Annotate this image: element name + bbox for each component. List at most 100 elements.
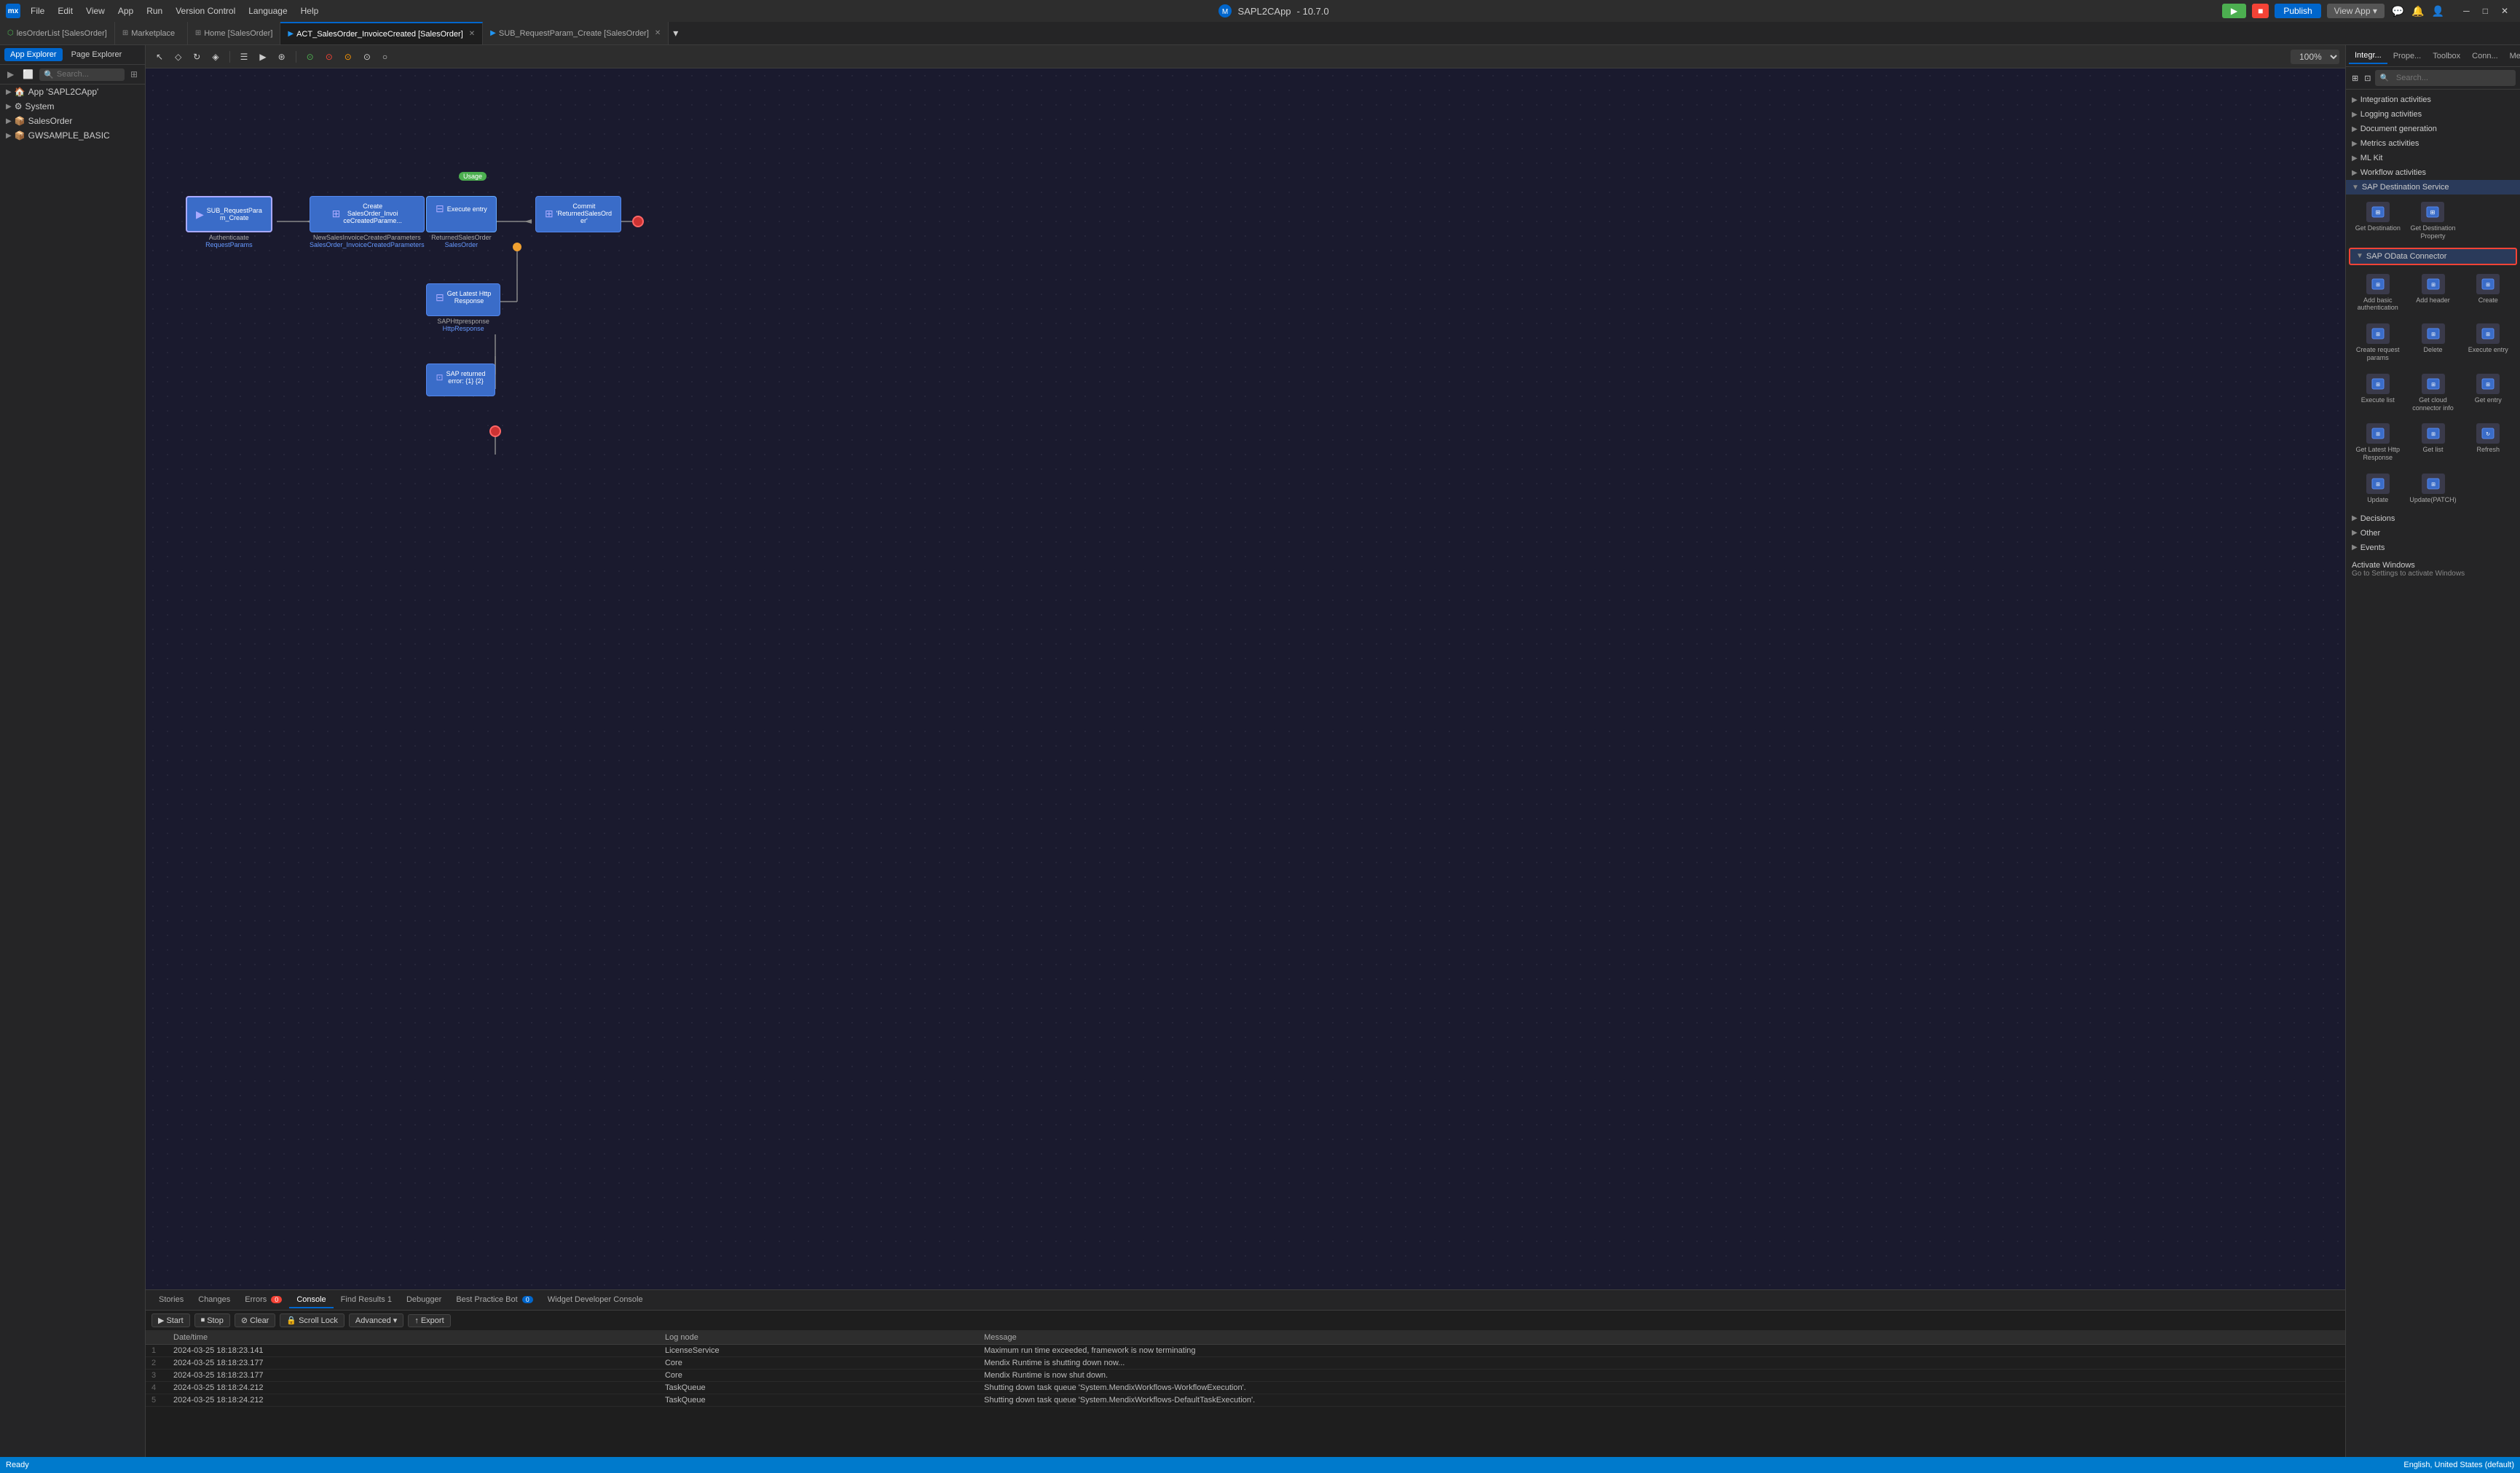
sidebar-item-system[interactable]: ▶ ⚙ System	[0, 99, 145, 114]
section-integration[interactable]: ▶ Integration activities	[2346, 93, 2520, 107]
menu-help[interactable]: Help	[295, 4, 325, 17]
activity-get-latest-http[interactable]: ⊞ Get Latest Http Response	[2352, 419, 2403, 466]
activity-create[interactable]: ⊞ Create	[2462, 270, 2514, 317]
circle-orange[interactable]: ⊙	[340, 50, 356, 64]
minimize-button[interactable]: ─	[2457, 3, 2476, 19]
sidebar-search-input[interactable]	[57, 70, 120, 79]
tab-act-salesorder[interactable]: ▶ ACT_SalesOrder_InvoiceCreated [SalesOr…	[280, 22, 483, 44]
activity-refresh[interactable]: ↻ Refresh	[2462, 419, 2514, 466]
menu-edit[interactable]: Edit	[52, 4, 79, 17]
tab-errors[interactable]: Errors 0	[237, 1292, 289, 1308]
section-mlkit[interactable]: ▶ ML Kit	[2346, 151, 2520, 165]
activity-create-req-params[interactable]: ⊞ Create request params	[2352, 319, 2403, 366]
avatar[interactable]: 👤	[2430, 4, 2446, 19]
section-document[interactable]: ▶ Document generation	[2346, 122, 2520, 136]
run-button[interactable]: ▶	[2222, 4, 2246, 18]
tab-console[interactable]: Console	[289, 1292, 333, 1308]
section-logging[interactable]: ▶ Logging activities	[2346, 107, 2520, 122]
rp-tab-integr[interactable]: Integr...	[2349, 48, 2387, 64]
activity-get-destination-property[interactable]: ⊞ Get Destination Property	[2407, 197, 2460, 245]
view-app-button[interactable]: View App ▾	[2327, 4, 2385, 18]
activity-delete[interactable]: ⊞ Delete	[2406, 319, 2459, 366]
bell-icon[interactable]: 🔔	[2410, 4, 2425, 19]
exclusive-tool[interactable]: ◈	[208, 50, 223, 64]
section-decisions[interactable]: ▶ Decisions	[2346, 511, 2520, 526]
circle-outline[interactable]: ○	[378, 50, 392, 64]
sidebar-collapse-btn[interactable]: ⬜	[20, 68, 36, 81]
menu-file[interactable]: File	[25, 4, 50, 17]
node-sub-request[interactable]: ▶ SUB_RequestParam_Create Authenticaate …	[186, 196, 272, 248]
tab-find-results[interactable]: Find Results 1	[334, 1292, 399, 1308]
rp-tab-toolbox[interactable]: Toolbox	[2427, 49, 2466, 63]
tab-stories[interactable]: Stories	[151, 1292, 191, 1308]
circle-green[interactable]: ⊙	[302, 50, 318, 64]
section-metrics[interactable]: ▶ Metrics activities	[2346, 136, 2520, 151]
tab-close-act[interactable]: ✕	[469, 30, 475, 38]
activity-execute-list[interactable]: ⊞ Execute list	[2352, 369, 2403, 417]
menu-version[interactable]: Version Control	[170, 4, 241, 17]
circle-gray[interactable]: ⊙	[359, 50, 375, 64]
pointer-tool[interactable]: ↖	[151, 50, 168, 64]
stop-log-button[interactable]: ⏹ Stop	[194, 1313, 230, 1327]
activity-add-header[interactable]: ⊞ Add header	[2406, 270, 2459, 317]
sidebar-tab-app-explorer[interactable]: App Explorer	[4, 48, 63, 61]
section-other[interactable]: ▶ Other	[2346, 526, 2520, 541]
start-log-button[interactable]: ▶ Start	[151, 1313, 190, 1327]
stop-button[interactable]: ■	[2252, 4, 2269, 18]
tab-sub-requestparam[interactable]: ▶ SUB_RequestParam_Create [SalesOrder] ✕	[483, 22, 669, 44]
activity-add-basic-auth[interactable]: ⊞ Add basic authentication	[2352, 270, 2403, 317]
advanced-button[interactable]: Advanced ▾	[349, 1313, 403, 1327]
export-button[interactable]: ↑ Export	[408, 1314, 450, 1327]
chat-icon[interactable]: 💬	[2390, 4, 2406, 19]
sidebar-item-app[interactable]: ▶ 🏠 App 'SAPL2CApp'	[0, 85, 145, 99]
sidebar-expand-btn[interactable]: ▶	[4, 68, 17, 81]
node-commit[interactable]: ⊞ Commit'ReturnedSalesOrder'	[535, 196, 621, 232]
publish-button[interactable]: Publish	[2275, 4, 2320, 18]
tab-best-practice[interactable]: Best Practice Bot 0	[449, 1292, 540, 1308]
rp-tab-prope[interactable]: Prope...	[2387, 49, 2428, 63]
tab-marketplace[interactable]: ⊞ Marketplace	[115, 22, 188, 44]
tab-salesorderlist[interactable]: ⬡ lesOrderList [SalesOrder]	[0, 22, 115, 44]
close-button[interactable]: ✕	[2495, 3, 2514, 19]
node-sap-returned[interactable]: ⊡ SAP returnederror: {1} {2}	[426, 364, 495, 396]
section-sap-dest[interactable]: ▼ SAP Destination Service	[2346, 180, 2520, 195]
node-execute-entry[interactable]: ⊟ Execute entry ReturnedSalesOrder Sales…	[426, 196, 497, 248]
activity-get-list[interactable]: ⊞ Get list	[2406, 419, 2459, 466]
sidebar-tab-page-explorer[interactable]: Page Explorer	[66, 48, 128, 61]
rp-tab-mendi[interactable]: Mendi...	[2504, 49, 2520, 63]
menu-view[interactable]: View	[80, 4, 111, 17]
activity-get-destination[interactable]: ⊞ Get Destination	[2352, 197, 2404, 245]
sidebar-item-gwsample[interactable]: ▶ 📦 GWSAMPLE_BASIC	[0, 128, 145, 143]
node-get-latest[interactable]: ⊟ Get Latest HttpResponse SAPHttprespons…	[426, 283, 500, 332]
menu-language[interactable]: Language	[243, 4, 293, 17]
tab-changes[interactable]: Changes	[191, 1292, 237, 1308]
tab-widget-dev[interactable]: Widget Developer Console	[540, 1292, 650, 1308]
rp-search-input[interactable]	[2392, 71, 2511, 85]
scroll-lock-button[interactable]: 🔒 Scroll Lock	[280, 1313, 344, 1327]
menu-app[interactable]: App	[112, 4, 139, 17]
maximize-button[interactable]: □	[2477, 3, 2494, 19]
section-events[interactable]: ▶ Events	[2346, 541, 2520, 555]
sidebar-item-salesorder[interactable]: ▶ 📦 SalesOrder	[0, 114, 145, 128]
node-create-sales[interactable]: ⊞ CreateSalesOrder_InvoiceCreatedParame.…	[310, 196, 425, 248]
tab-home[interactable]: ⊞ Home [SalesOrder]	[188, 22, 281, 44]
activity-get-entry[interactable]: ⊞ Get entry	[2462, 369, 2514, 417]
loop-tool[interactable]: ↻	[189, 50, 205, 64]
tab-close-sub[interactable]: ✕	[655, 29, 661, 37]
rp-tab-conn[interactable]: Conn...	[2466, 49, 2503, 63]
tab-more-button[interactable]: ▾	[672, 25, 680, 41]
section-workflow[interactable]: ▶ Workflow activities	[2346, 165, 2520, 180]
circle-red[interactable]: ⊙	[321, 50, 337, 64]
microflow-tool[interactable]: ⊛	[274, 50, 290, 64]
activity-get-cloud[interactable]: ⊞ Get cloud connector info	[2406, 369, 2459, 417]
section-sap-odata[interactable]: ▼ SAP OData Connector	[2349, 248, 2517, 265]
clear-button[interactable]: ⊘ Clear	[235, 1313, 276, 1327]
activity-update-patch[interactable]: ⊞ Update(PATCH)	[2406, 469, 2459, 508]
menu-run[interactable]: Run	[141, 4, 168, 17]
rp-icon-2[interactable]: ⊡	[2363, 72, 2372, 85]
activity-execute-entry[interactable]: ⊞ Execute entry	[2462, 319, 2514, 366]
tab-debugger[interactable]: Debugger	[399, 1292, 449, 1308]
list-tool[interactable]: ☰	[236, 50, 253, 64]
sidebar-grid-btn[interactable]: ⊞	[127, 68, 141, 81]
activity-update[interactable]: ⊞ Update	[2352, 469, 2403, 508]
